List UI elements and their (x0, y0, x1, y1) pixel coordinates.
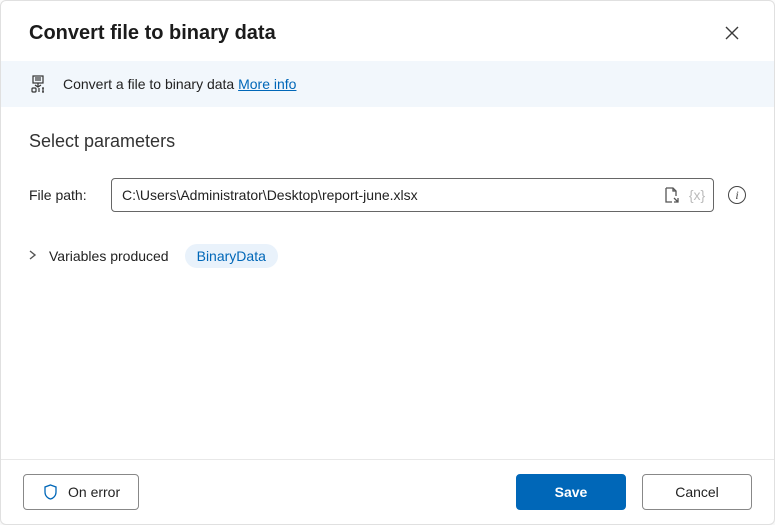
on-error-button[interactable]: On error (23, 474, 139, 510)
more-info-link[interactable]: More info (238, 76, 296, 92)
on-error-label: On error (68, 484, 120, 500)
file-path-label: File path: (29, 187, 97, 203)
field-info-button[interactable]: i (728, 186, 746, 204)
cancel-button[interactable]: Cancel (642, 474, 752, 510)
dialog-header: Convert file to binary data (1, 1, 774, 61)
info-text: Convert a file to binary data (63, 76, 238, 92)
file-path-row: File path: {x} i (29, 178, 746, 212)
shield-icon (42, 484, 58, 500)
input-icons: {x} (661, 185, 707, 205)
variables-produced-label: Variables produced (49, 248, 169, 264)
close-icon (725, 26, 739, 40)
save-button[interactable]: Save (516, 474, 626, 510)
info-bar: Convert a file to binary data More info (1, 61, 774, 107)
file-path-input[interactable] (122, 187, 661, 203)
chevron-right-icon (29, 249, 39, 263)
insert-variable-button[interactable]: {x} (687, 185, 707, 205)
dialog: Convert file to binary data Convert a fi… (0, 0, 775, 525)
binary-file-icon (29, 75, 47, 93)
info-icon: i (735, 188, 738, 203)
file-path-input-wrap: {x} (111, 178, 714, 212)
variable-chip[interactable]: BinaryData (185, 244, 278, 268)
dialog-body: Select parameters File path: {x} (1, 107, 774, 459)
file-select-icon (662, 186, 680, 204)
footer-right: Save Cancel (516, 474, 752, 510)
section-title: Select parameters (29, 131, 746, 152)
file-picker-button[interactable] (661, 185, 681, 205)
dialog-footer: On error Save Cancel (1, 459, 774, 524)
close-button[interactable] (718, 19, 746, 47)
dialog-title: Convert file to binary data (29, 22, 276, 45)
info-text-wrap: Convert a file to binary data More info (63, 76, 296, 92)
variables-produced-row[interactable]: Variables produced BinaryData (29, 244, 746, 268)
